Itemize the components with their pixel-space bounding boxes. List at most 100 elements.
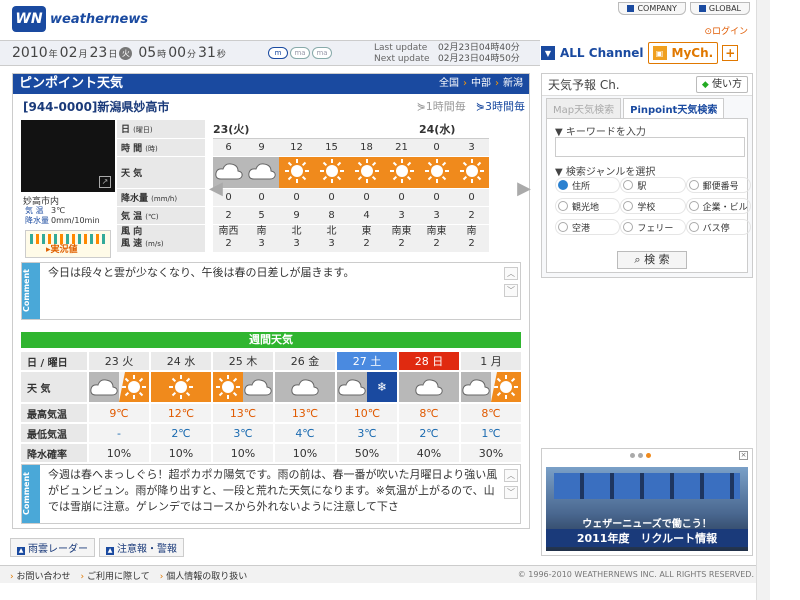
mode-pill[interactable]: m — [268, 47, 288, 59]
minute: 00 — [168, 45, 187, 61]
close-icon[interactable]: × — [739, 451, 748, 460]
row-label: 最高気温 — [21, 404, 87, 422]
search-panel-title: 天気予報 Ch. ◆ 使い方 — [542, 74, 752, 96]
genre-radio[interactable]: 企業・ビル — [685, 198, 751, 214]
comment-scrollbar[interactable]: ︿ ﹀ — [504, 469, 518, 503]
obs-rain: 0mm/10min — [51, 216, 100, 225]
add-channel-button[interactable]: + — [722, 45, 739, 61]
pop-cell: 30% — [459, 444, 521, 462]
global-link[interactable]: GLOBAL — [689, 2, 750, 15]
sun-icon — [314, 156, 349, 189]
region-link-chubu[interactable]: 中部 — [471, 74, 491, 94]
min-temp-cell: - — [87, 424, 149, 442]
chevron-right-icon: › — [495, 78, 499, 89]
genre-radio[interactable]: 観光地 — [555, 198, 621, 214]
login-link[interactable]: ⊙ログイン — [704, 24, 748, 37]
my-channel-button[interactable]: ▣ MyCh. — [647, 42, 719, 64]
table-row: 最低気温 -2℃ 3℃ 4℃ 3℃ 2℃ 1℃ — [21, 424, 521, 442]
scroll-down-icon[interactable]: ﹀ — [504, 284, 518, 297]
tab-1-hour[interactable]: ⋟1時間毎 — [417, 98, 466, 114]
unit: 分 — [187, 50, 197, 60]
genre-radio[interactable]: バス停 — [685, 219, 751, 235]
all-channel-label: ALL Channel — [560, 46, 644, 60]
footer-link-contact[interactable]: › お問い合わせ — [10, 569, 71, 582]
wind-speed: 3 — [293, 238, 300, 249]
search-form: ▼ キーワードを入力 ▼ 検索ジャンルを選択 住所 駅 郵便番号 観光地 学校 企業・ビル… — [546, 118, 751, 273]
link-label: ご利用に際して — [86, 572, 150, 582]
how-to-button[interactable]: ◆ 使い方 — [695, 76, 748, 93]
prev-arrow-icon[interactable]: ◀ — [209, 178, 223, 199]
carousel-dot[interactable] — [646, 453, 651, 458]
cloud-sun-icon — [459, 372, 521, 402]
weekday-cell: 23 火 — [87, 352, 149, 370]
rain-cell: 0 — [244, 188, 279, 207]
tab-3-hour[interactable]: ⋟3時間毎 — [476, 98, 525, 114]
genre-radio[interactable]: 郵便番号 — [685, 177, 751, 193]
scroll-down-icon[interactable]: ﹀ — [504, 486, 518, 499]
radio-icon — [623, 222, 634, 232]
pinpoint-weather-panel: ピンポイント天気 全国 › 中部 › 新潟 [944-0000]新潟県妙高市 ⋟1時… — [12, 73, 531, 529]
carousel-dot[interactable] — [630, 453, 635, 458]
search-button[interactable]: ⌕ 検 索 — [617, 251, 687, 269]
genre-label-text: 学校 — [637, 202, 656, 213]
genre-radio[interactable]: 駅 — [620, 177, 686, 193]
expand-icon[interactable]: ↗ — [99, 176, 111, 188]
wind-direction: 南東 — [391, 226, 412, 237]
scroll-up-icon[interactable]: ︿ — [504, 469, 518, 482]
scroll-up-icon[interactable]: ︿ — [504, 267, 518, 280]
observation-button[interactable]: ▸実況値 — [25, 230, 111, 258]
company-link[interactable]: COMPANY — [618, 2, 686, 15]
rain-radar-link[interactable]: ▲ 雨雲レーダー — [10, 538, 95, 557]
interval-tabs: ⋟1時間毎 ⋟3時間毎 — [417, 98, 525, 114]
warnings-link[interactable]: ▲ 注意報・警報 — [99, 538, 184, 557]
radio-icon — [623, 201, 634, 211]
footer-link-privacy[interactable]: › 個人情報の取り扱い — [160, 569, 248, 582]
my-channel-label: MyCh. — [671, 46, 714, 60]
table-row: 気 温 (℃) 25984332 — [117, 206, 489, 225]
tab-pinpoint-search[interactable]: Pinpoint天気検索 — [623, 98, 725, 118]
month: 02 — [59, 45, 78, 61]
genre-radio[interactable]: 住所 — [555, 177, 621, 193]
pop-cell: 10% — [87, 444, 149, 462]
footer-link-terms[interactable]: › ご利用に際して — [81, 569, 150, 582]
mode-pill[interactable]: ma — [290, 47, 310, 59]
genre-radio[interactable]: フェリー — [620, 219, 686, 235]
weekday-cell: 26 金 — [273, 352, 335, 370]
tab-map-search[interactable]: Map天気検索 — [546, 98, 622, 118]
mode-pills: m ma ma — [268, 47, 332, 59]
weekly-title: 週間天気 — [21, 332, 521, 348]
max-temp-cell: 8℃ — [397, 404, 459, 422]
obs-label: ▸実況値 — [46, 245, 78, 255]
label-text: 時 間 — [121, 143, 143, 154]
all-channel-button[interactable]: ▼ ALL Channel — [541, 42, 644, 64]
company-label: COMPANY — [637, 4, 677, 13]
unit: 年 — [48, 50, 58, 60]
comment-scrollbar[interactable]: ︿ ﹀ — [504, 267, 518, 301]
next-arrow-icon[interactable]: ▶ — [517, 178, 531, 199]
genre-label-text: 住所 — [572, 181, 591, 192]
keyword-input[interactable] — [555, 137, 745, 157]
region-link-niigata[interactable]: 新潟 — [503, 74, 523, 94]
genre-radio[interactable]: 学校 — [620, 198, 686, 214]
mode-pill[interactable]: ma — [312, 47, 332, 59]
square-icon — [698, 5, 706, 12]
weathernews-logo[interactable]: WN weathernews — [12, 6, 148, 32]
global-label: GLOBAL — [708, 4, 741, 13]
logo-text: weathernews — [50, 11, 149, 27]
carousel-dot[interactable] — [638, 453, 643, 458]
wind-direction: 南西 — [218, 226, 239, 237]
genre-radio[interactable]: 空港 — [555, 219, 621, 235]
channel-bar: ▼ ALL Channel ▣ MyCh. + — [541, 40, 753, 66]
wind-speed: 3 — [328, 238, 335, 249]
bottom-links: ▲ 雨雲レーダー ▲ 注意報・警報 — [10, 538, 184, 557]
pop-cell: 50% — [335, 444, 397, 462]
recruit-banner[interactable]: ウェザーニューズで働こう！ 2011年度 リクルート情報 — [546, 467, 748, 551]
radio-icon — [623, 180, 634, 190]
link-label: 個人情報の取り扱い — [166, 572, 248, 582]
region-link-national[interactable]: 全国 — [439, 74, 459, 94]
page-scrollbar[interactable] — [756, 0, 770, 600]
caret-down-icon: ▼ — [541, 46, 555, 60]
radar-thumbnail[interactable]: ↗ — [21, 120, 115, 192]
tab-label: 3時間毎 — [485, 100, 525, 113]
max-temp-cell: 13℃ — [273, 404, 335, 422]
